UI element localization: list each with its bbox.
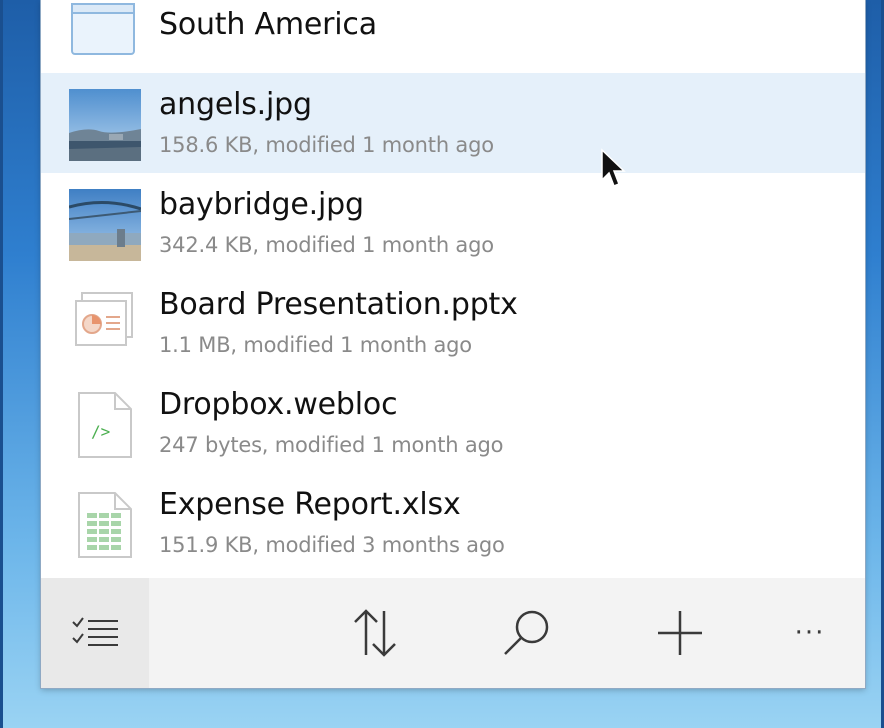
folder-icon xyxy=(71,3,135,55)
spreadsheet-icon xyxy=(78,492,132,558)
dropbox-window: South America angels.jpg 158.6 KB, modif… xyxy=(41,0,865,688)
select-button[interactable] xyxy=(41,578,149,688)
file-name: South America xyxy=(159,7,377,42)
code-file-icon: /> xyxy=(78,392,132,458)
sort-arrows-icon xyxy=(354,609,396,657)
list-item-dropbox-webloc[interactable]: /> Dropbox.webloc 247 bytes, modified 1 … xyxy=(41,373,865,473)
search-button[interactable] xyxy=(483,578,571,688)
file-name: Expense Report.xlsx xyxy=(159,487,461,522)
file-meta: 158.6 KB, modified 1 month ago xyxy=(159,133,494,157)
file-list[interactable]: South America angels.jpg 158.6 KB, modif… xyxy=(41,0,865,578)
list-item-board-presentation[interactable]: Board Presentation.pptx 1.1 MB, modified… xyxy=(41,273,865,373)
image-thumbnail xyxy=(69,189,141,261)
file-name: angels.jpg xyxy=(159,87,312,122)
file-name: Dropbox.webloc xyxy=(159,387,398,422)
image-thumbnail xyxy=(69,89,141,161)
plus-icon xyxy=(658,611,702,655)
search-icon xyxy=(504,610,549,655)
more-options-button[interactable]: ··· xyxy=(766,578,854,688)
file-meta: 151.9 KB, modified 3 months ago xyxy=(159,533,505,557)
list-item-expense-report[interactable]: Expense Report.xlsx 151.9 KB, modified 3… xyxy=(41,473,865,573)
list-item-folder[interactable]: South America xyxy=(41,0,865,73)
sort-button[interactable] xyxy=(331,578,419,688)
presentation-icon xyxy=(75,292,133,346)
file-name: baybridge.jpg xyxy=(159,187,364,222)
file-meta: 247 bytes, modified 1 month ago xyxy=(159,433,504,457)
mouse-cursor-icon xyxy=(601,148,626,187)
list-item-baybridge[interactable]: baybridge.jpg 342.4 KB, modified 1 month… xyxy=(41,173,865,273)
file-meta: 342.4 KB, modified 1 month ago xyxy=(159,233,494,257)
checklist-icon xyxy=(72,617,118,646)
bottom-toolbar: ··· xyxy=(41,578,865,688)
svg-text:/>: /> xyxy=(91,422,110,441)
add-button[interactable] xyxy=(636,578,724,688)
file-name: Board Presentation.pptx xyxy=(159,287,518,322)
list-item-angels[interactable]: angels.jpg 158.6 KB, modified 1 month ag… xyxy=(41,73,865,173)
file-meta: 1.1 MB, modified 1 month ago xyxy=(159,333,472,357)
